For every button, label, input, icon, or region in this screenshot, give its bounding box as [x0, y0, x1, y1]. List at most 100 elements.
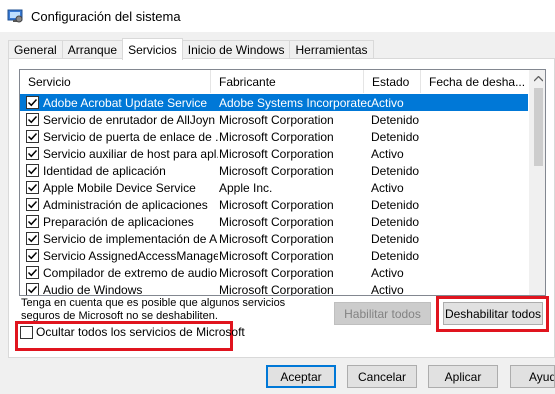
service-status: Activo: [371, 265, 404, 280]
service-status: Detenido: [371, 129, 420, 144]
service-row[interactable]: Apple Mobile Device Service Apple Inc. Act…: [20, 179, 528, 196]
service-status: Detenido: [371, 197, 420, 212]
checkmark-icon: [27, 216, 38, 227]
services-list[interactable]: Servicio Fabricante Estado Fecha de desh…: [19, 69, 546, 296]
apply-button[interactable]: Aplicar: [428, 365, 498, 388]
disable-all-button[interactable]: Deshabilitar todos: [443, 302, 543, 325]
service-maker: Microsoft Corporation: [219, 129, 334, 144]
checkmark-icon: [27, 114, 38, 125]
service-checkbox[interactable]: [26, 181, 39, 194]
service-status: Activo: [371, 282, 404, 296]
system-config-icon: [7, 8, 23, 24]
service-status: Activo: [371, 180, 404, 195]
disable-all-label: Deshabilitar todos: [444, 306, 542, 321]
service-row[interactable]: Servicio de implementación de A... Micros…: [20, 230, 528, 247]
service-maker: Microsoft Corporation: [219, 265, 334, 280]
service-row[interactable]: Compilador de extremo de audio... Microso…: [20, 264, 528, 281]
column-header-fabricante[interactable]: Fabricante: [211, 70, 364, 93]
hide-ms-checkbox-box[interactable]: [20, 325, 33, 339]
services-rows: Adobe Acrobat Update Service Adobe System…: [20, 94, 528, 296]
service-name: Servicio AssignedAccessManager: [43, 248, 218, 263]
service-row[interactable]: Adobe Acrobat Update Service Adobe System…: [20, 94, 528, 111]
service-name: Adobe Acrobat Update Service: [43, 95, 208, 110]
checkmark-icon: [27, 233, 38, 244]
title-bar: Configuración del sistema: [0, 0, 555, 32]
disable-note: Tenga en cuenta que es posible que algun…: [21, 297, 286, 322]
service-name: Audio de Windows: [43, 282, 143, 296]
service-checkbox[interactable]: [26, 96, 39, 109]
service-row[interactable]: Servicio de puerta de enlace de ... Micro…: [20, 128, 528, 145]
service-checkbox[interactable]: [26, 249, 39, 262]
service-row[interactable]: Servicio AssignedAccessManager Microsoft …: [20, 247, 528, 264]
service-name: Compilador de extremo de audio...: [43, 265, 218, 280]
checkmark-icon: [27, 182, 38, 193]
checkmark-icon: [27, 148, 38, 159]
service-checkbox[interactable]: [26, 164, 39, 177]
ok-label: Aceptar: [280, 369, 322, 384]
service-maker: Apple Inc.: [219, 180, 273, 195]
service-checkbox[interactable]: [26, 130, 39, 143]
tab-general[interactable]: General: [8, 40, 63, 59]
service-maker: Microsoft Corporation: [219, 146, 334, 161]
service-row[interactable]: Identidad de aplicación Microsoft Corpora…: [20, 162, 528, 179]
service-checkbox[interactable]: [26, 283, 39, 295]
service-maker: Microsoft Corporation: [219, 231, 334, 246]
tab-inicio-windows[interactable]: Inicio de Windows: [181, 40, 291, 59]
service-maker: Microsoft Corporation: [219, 248, 334, 263]
service-checkbox[interactable]: [26, 215, 39, 228]
service-status: Detenido: [371, 248, 420, 263]
window-title: Configuración del sistema: [31, 8, 181, 24]
service-row[interactable]: Servicio de enrutador de AllJoyn Microsof…: [20, 111, 528, 128]
scrollbar-thumb[interactable]: [534, 88, 543, 166]
ok-button[interactable]: Aceptar: [266, 365, 336, 388]
service-name: Identidad de aplicación: [43, 163, 166, 178]
vertical-scrollbar[interactable]: [529, 70, 545, 295]
service-status: Detenido: [371, 112, 420, 127]
checkmark-icon: [27, 97, 38, 108]
service-name: Preparación de aplicaciones: [43, 214, 194, 229]
service-name: Servicio de puerta de enlace de ...: [43, 129, 218, 144]
service-checkbox[interactable]: [26, 266, 39, 279]
service-status: Activo: [371, 95, 404, 110]
service-status: Activo: [371, 146, 404, 161]
service-status: Detenido: [371, 231, 420, 246]
checkmark-icon: [27, 165, 38, 176]
service-name: Administración de aplicaciones: [43, 197, 208, 212]
tab-strip: General Arranque Servicios Inicio de Win…: [8, 38, 374, 60]
checkmark-icon: [27, 284, 38, 295]
tab-servicios[interactable]: Servicios: [122, 38, 183, 60]
service-maker: Microsoft Corporation: [219, 214, 334, 229]
service-name: Servicio de implementación de A...: [43, 231, 218, 246]
enable-all-button[interactable]: Habilitar todos: [334, 302, 431, 325]
service-maker: Microsoft Corporation: [219, 197, 334, 212]
checkmark-icon: [27, 267, 38, 278]
help-button[interactable]: Ayuda: [510, 365, 555, 388]
help-label: Ayuda: [529, 369, 554, 384]
service-row[interactable]: Audio de Windows Microsoft Corporation Act…: [20, 281, 528, 296]
cancel-label: Cancelar: [357, 369, 407, 384]
tab-herramientas[interactable]: Herramientas: [289, 40, 374, 59]
service-checkbox[interactable]: [26, 113, 39, 126]
column-header-fecha[interactable]: Fecha de desha...: [421, 70, 530, 93]
service-checkbox[interactable]: [26, 147, 39, 160]
service-maker: Microsoft Corporation: [219, 282, 334, 296]
service-name: Servicio de enrutador de AllJoyn: [43, 112, 216, 127]
service-row[interactable]: Servicio auxiliar de host para apl... Mic…: [20, 145, 528, 162]
column-header-servicio[interactable]: Servicio: [20, 70, 211, 93]
service-row[interactable]: Preparación de aplicaciones Microsoft Cor…: [20, 213, 528, 230]
service-maker: Microsoft Corporation: [219, 112, 334, 127]
cancel-button[interactable]: Cancelar: [347, 365, 417, 388]
checkmark-icon: [27, 250, 38, 261]
service-checkbox[interactable]: [26, 198, 39, 211]
scroll-up-icon[interactable]: [530, 70, 545, 87]
hide-ms-checkbox[interactable]: Ocultar todos los servicios de Microsoft: [20, 325, 245, 339]
service-maker: Adobe Systems Incorporated: [219, 95, 371, 110]
service-name: Servicio auxiliar de host para apl...: [43, 146, 218, 161]
service-checkbox[interactable]: [26, 232, 39, 245]
service-name: Apple Mobile Device Service: [43, 180, 196, 195]
column-header-estado[interactable]: Estado: [364, 70, 421, 93]
tab-arranque[interactable]: Arranque: [61, 40, 124, 59]
service-status: Detenido: [371, 214, 420, 229]
service-row[interactable]: Administración de aplicaciones Microsoft …: [20, 196, 528, 213]
service-maker: Microsoft Corporation: [219, 163, 334, 178]
